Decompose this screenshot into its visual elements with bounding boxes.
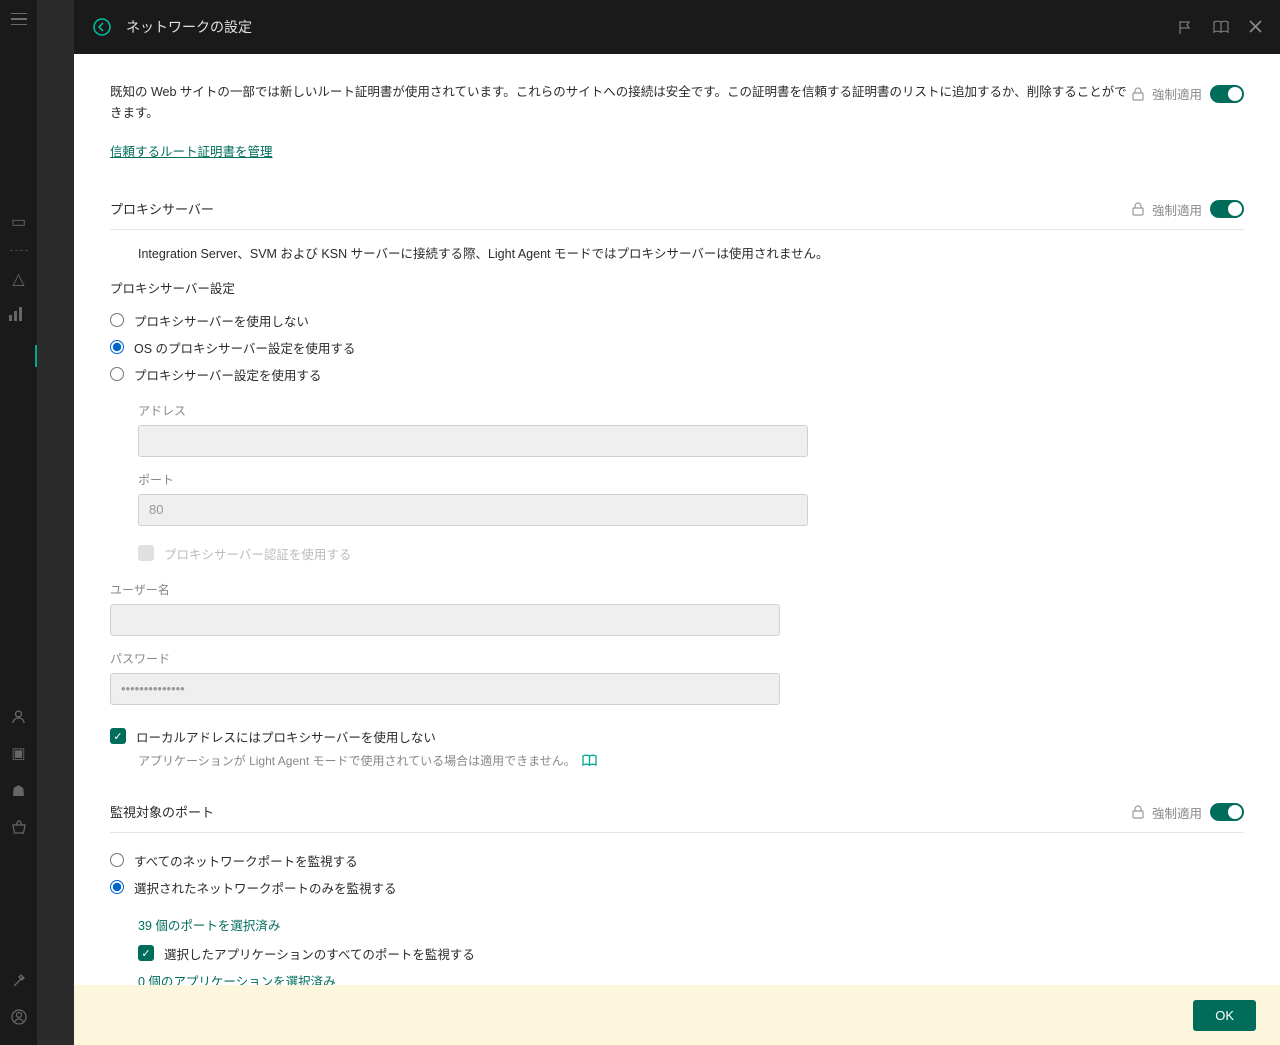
proxy-radio-custom-label[interactable]: プロキシサーバー設定を使用する xyxy=(134,365,321,384)
user-input[interactable] xyxy=(110,604,780,636)
proxy-radio-group: プロキシサーバーを使用しない OS のプロキシサーバー設定を使用する プロキシサ… xyxy=(110,307,1244,388)
ok-button[interactable]: OK xyxy=(1193,1000,1256,1031)
ports-radio-all-label[interactable]: すべてのネットワークポートを監視する xyxy=(134,851,358,870)
pass-label: パスワード xyxy=(110,650,1244,667)
modal-body: 既知の Web サイトの一部では新しいルート証明書が使用されています。これらのサ… xyxy=(74,54,1280,985)
enforce-label: 強制適用 xyxy=(1152,803,1202,822)
modal-footer: OK xyxy=(74,985,1280,1045)
address-label: アドレス xyxy=(138,402,1244,419)
pass-input[interactable] xyxy=(110,673,780,705)
local-bypass-checkbox[interactable]: ✓ xyxy=(110,728,126,744)
ports-enforce-toggle[interactable] xyxy=(1210,803,1244,821)
selected-ports-link[interactable]: 39 個のポートを選択済み xyxy=(138,915,1244,934)
modal-header: ネットワークの設定 xyxy=(74,0,1280,54)
proxy-radio-os-label[interactable]: OS のプロキシサーバー設定を使用する xyxy=(134,338,355,357)
lock-icon xyxy=(1132,805,1144,819)
sidebar-dashboard-icon[interactable]: ▭ xyxy=(9,212,29,232)
proxy-auth-checkbox[interactable] xyxy=(138,545,154,561)
proxy-settings-label: プロキシサーバー設定 xyxy=(110,278,1244,297)
address-input[interactable] xyxy=(138,425,808,457)
ports-radio-selected-label[interactable]: 選択されたネットワークポートのみを監視する xyxy=(134,878,397,897)
settings-modal: ネットワークの設定 既知の Web サイトの一部では新しいルート証明書が使用され… xyxy=(74,0,1280,1045)
local-bypass-label[interactable]: ローカルアドレスにはプロキシサーバーを使用しない xyxy=(136,727,436,746)
sidebar-devices-icon[interactable]: ▣ xyxy=(11,744,25,762)
proxy-auth-label[interactable]: プロキシサーバー認証を使用する xyxy=(164,544,351,563)
proxy-enforce-toggle[interactable] xyxy=(1210,200,1244,218)
sidebar-monitor-icon[interactable]: ☗ xyxy=(12,782,25,800)
close-icon[interactable] xyxy=(1249,20,1262,35)
enforce-label: 強制適用 xyxy=(1152,84,1202,103)
sidebar-account-icon[interactable] xyxy=(11,1009,27,1025)
lock-icon xyxy=(1132,87,1144,101)
sidebar-basket-icon[interactable] xyxy=(11,820,27,834)
port-label: ポート xyxy=(138,471,1244,488)
ports-radio-all[interactable] xyxy=(110,853,124,867)
cert-description: 既知の Web サイトの一部では新しいルート証明書が使用されています。これらのサ… xyxy=(110,82,1132,125)
proxy-radio-custom[interactable] xyxy=(110,367,124,381)
book-icon[interactable] xyxy=(1213,20,1229,35)
port-input[interactable] xyxy=(138,494,808,526)
local-bypass-desc: アプリケーションが Light Agent モードで使用されている場合は適用でき… xyxy=(138,752,576,769)
proxy-section-title: プロキシサーバー xyxy=(110,199,214,218)
ports-section-title: 監視対象のポート xyxy=(110,802,214,821)
modal-title: ネットワークの設定 xyxy=(126,17,252,37)
sidebar-divider xyxy=(10,250,28,251)
sidebar-stats-icon[interactable] xyxy=(9,307,29,321)
user-label: ユーザー名 xyxy=(110,581,1244,598)
sidebar-user-icon[interactable] xyxy=(11,709,26,724)
back-icon[interactable] xyxy=(92,17,112,37)
sidebar-warning-icon[interactable]: △ xyxy=(9,269,29,289)
proxy-radio-os[interactable] xyxy=(110,340,124,354)
proxy-note: Integration Server、SVM および KSN サーバーに接続する… xyxy=(138,244,1244,264)
sidebar-secondary xyxy=(37,0,74,1045)
ports-radio-group: すべてのネットワークポートを監視する 選択されたネットワークポートのみを監視する xyxy=(110,847,1244,901)
manage-cert-link[interactable]: 信頼するルート証明書を管理 xyxy=(110,141,273,160)
lock-icon xyxy=(1132,202,1144,216)
sidebar-settings-icon[interactable] xyxy=(11,974,26,989)
proxy-radio-none[interactable] xyxy=(110,313,124,327)
monitor-apps-label[interactable]: 選択したアプリケーションのすべてのポートを監視する xyxy=(164,944,475,963)
flag-icon[interactable] xyxy=(1178,20,1193,35)
ports-radio-selected[interactable] xyxy=(110,880,124,894)
selected-apps-link[interactable]: 0 個のアプリケーションを選択済み xyxy=(138,971,1244,986)
help-book-icon[interactable] xyxy=(582,754,597,767)
proxy-radio-none-label[interactable]: プロキシサーバーを使用しない xyxy=(134,311,309,330)
sidebar-active-indicator xyxy=(35,345,37,367)
sidebar-primary: ▭ △ ▣ ☗ xyxy=(0,0,37,1045)
hamburger-menu[interactable] xyxy=(0,0,37,37)
monitor-apps-checkbox[interactable]: ✓ xyxy=(138,945,154,961)
cert-enforce-toggle[interactable] xyxy=(1210,85,1244,103)
enforce-label: 強制適用 xyxy=(1152,200,1202,219)
